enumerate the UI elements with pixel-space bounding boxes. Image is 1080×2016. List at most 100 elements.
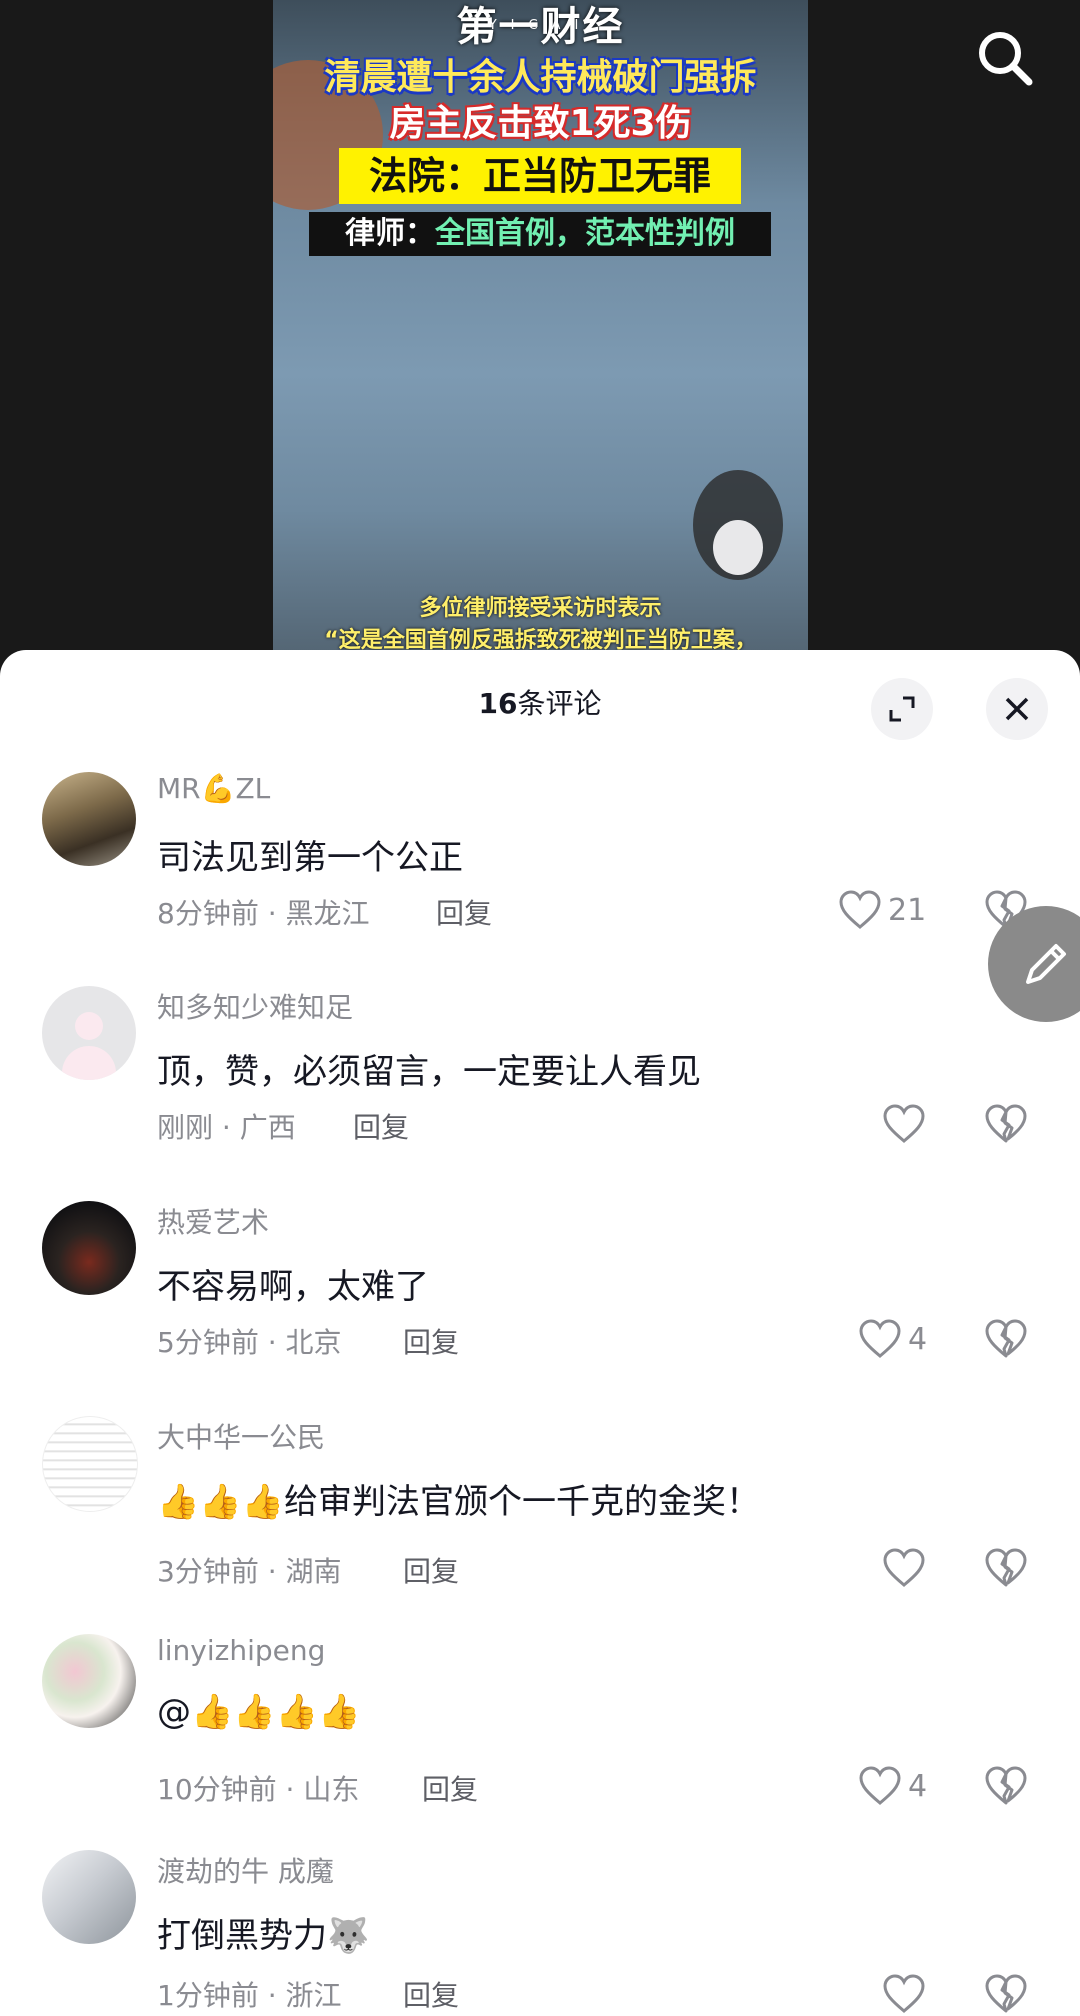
thumbs-up-icon: 👍 (275, 1692, 319, 1732)
comment-text-body: 给审判法官颁个一千克的金奖！ (284, 1482, 761, 1522)
comment-sheet: 16条评论 MR💪ZL 司法见到第一个公正 8分钟前 · 黑龙江 回复 21 知… (0, 650, 1080, 2016)
pencil-icon (1026, 944, 1066, 984)
reply-button[interactable]: 回复 (353, 1106, 409, 1146)
comment-meta: 3分钟前 · 湖南 (157, 1550, 342, 1590)
video-person-face (713, 520, 763, 575)
like-button[interactable]: 21 (838, 890, 926, 930)
comment-location: 浙江 (285, 1979, 342, 2012)
broken-heart-icon (985, 1104, 1027, 1143)
video-verdict-banner: 法院：正当防卫无罪 (339, 148, 741, 204)
video-player[interactable]: 第一财经 YICAI 清晨遭十余人持械破门强拆 房主反击致1死3伤 法院：正当防… (0, 0, 1080, 700)
like-count: 21 (888, 892, 927, 928)
comment-username[interactable]: MR💪ZL (157, 772, 270, 805)
video-subtitle-1: 多位律师接受采访时表示 (419, 596, 662, 621)
avatar[interactable] (42, 1850, 136, 1944)
channel-logo-sub: YICAI (488, 18, 593, 33)
comment-username[interactable]: 大中华一公民 (157, 1416, 325, 1456)
thumbs-up-icon: 👍 (241, 1482, 285, 1522)
avatar[interactable] (42, 772, 136, 866)
comment-count: 16 (478, 687, 518, 720)
dislike-button[interactable] (984, 1766, 1028, 1810)
heart-icon (859, 1766, 901, 1805)
expand-button[interactable] (871, 678, 933, 740)
comment-time: 8分钟前 (157, 897, 259, 930)
comment-location: 北京 (285, 1326, 342, 1359)
broken-heart-icon (985, 1974, 1027, 2013)
lawyer-prefix: 律师： (345, 216, 435, 251)
meta-separator: · (258, 1979, 286, 2012)
comment-text: 打倒黑势力🐺 (157, 1908, 369, 1957)
heart-icon (883, 1548, 925, 1587)
like-count: 4 (908, 1768, 928, 1804)
dislike-button[interactable] (984, 1104, 1028, 1148)
meta-separator: · (213, 1111, 240, 1144)
comment-time: 刚刚 (157, 1111, 214, 1144)
broken-heart-icon (985, 1766, 1027, 1805)
meta-separator: · (276, 1773, 304, 1806)
avatar[interactable] (42, 1634, 136, 1728)
heart-icon (839, 890, 881, 929)
close-icon (1005, 697, 1029, 721)
thumbs-up-icon: 👍 (318, 1692, 361, 1732)
comment-username[interactable]: linyizhipeng (157, 1634, 325, 1667)
comment-username[interactable]: 热爱艺术 (157, 1201, 269, 1241)
thumbs-up-icon: 👍 (233, 1692, 276, 1732)
lawyer-highlight: 全国首例，范本性判例 (435, 216, 735, 251)
comment-username[interactable]: 渡劫的牛 成魔 (157, 1850, 334, 1890)
reply-button[interactable]: 回复 (436, 892, 492, 932)
comment-text: 不容易啊，太难了 (157, 1267, 429, 1307)
comment-time: 10分钟前 (157, 1773, 277, 1806)
comment-meta: 5分钟前 · 北京 (157, 1321, 342, 1361)
avatar[interactable] (42, 1201, 136, 1295)
comment-username[interactable]: 知多知少难知足 (157, 986, 353, 1026)
comment-meta: 10分钟前 · 山东 (157, 1768, 359, 1808)
avatar[interactable] (42, 1416, 138, 1512)
comment-location: 广西 (239, 1111, 296, 1144)
dislike-button[interactable] (984, 1974, 1028, 2016)
comment-text-body: @ (157, 1692, 191, 1732)
comment-location: 山东 (303, 1773, 360, 1806)
close-button[interactable] (986, 678, 1048, 740)
reply-button[interactable]: 回复 (403, 1550, 459, 1590)
like-count: 4 (908, 1321, 928, 1357)
default-avatar-head (75, 1012, 103, 1040)
dislike-button[interactable] (984, 1548, 1028, 1592)
reply-button[interactable]: 回复 (422, 1768, 478, 1808)
thumbs-up-icon: 👍 (199, 1482, 242, 1522)
avatar[interactable] (42, 986, 136, 1080)
expand-icon (889, 696, 915, 722)
comment-text: @👍👍👍👍 (157, 1692, 360, 1732)
heart-icon (883, 1974, 925, 2013)
reply-button[interactable]: 回复 (403, 1974, 459, 2014)
comment-meta: 刚刚 · 广西 (157, 1106, 296, 1146)
thumbs-up-icon: 👍 (157, 1482, 200, 1522)
heart-icon (883, 1104, 925, 1143)
video-headline-2: 房主反击致1死3伤 (389, 103, 692, 144)
like-button[interactable]: 4 (858, 1319, 927, 1359)
thumbs-up-icon: 👍 (191, 1692, 234, 1732)
comment-title-suffix: 条评论 (517, 687, 602, 720)
video-headline-1: 清晨遭十余人持械破门强拆 (324, 57, 757, 98)
comment-text: 👍👍👍给审判法官颁个一千克的金奖！ (157, 1474, 760, 1523)
comment-text: 顶，赞，必须留言，一定要让人看见 (157, 1052, 701, 1092)
meta-separator: · (258, 1555, 286, 1588)
comment-location: 黑龙江 (285, 897, 370, 930)
comment-time: 5分钟前 (157, 1326, 259, 1359)
broken-heart-icon (985, 1548, 1027, 1587)
comment-meta: 8分钟前 · 黑龙江 (157, 892, 370, 932)
like-button[interactable] (882, 1104, 926, 1144)
comment-text: 司法见到第一个公正 (157, 838, 463, 878)
like-button[interactable] (882, 1974, 926, 2014)
like-button[interactable]: 4 (858, 1766, 927, 1806)
comment-location: 湖南 (285, 1555, 342, 1588)
dislike-button[interactable] (984, 1319, 1028, 1363)
search-button[interactable] (975, 28, 1045, 98)
like-button[interactable] (882, 1548, 926, 1588)
wolf-icon: 🐺 (327, 1916, 370, 1956)
reply-button[interactable]: 回复 (403, 1321, 459, 1361)
comment-text-body: 打倒黑势力 (157, 1916, 327, 1956)
video-frame[interactable]: 第一财经 YICAI 清晨遭十余人持械破门强拆 房主反击致1死3伤 法院：正当防… (273, 0, 808, 680)
search-icon (979, 32, 1033, 86)
comment-meta: 1分钟前 · 浙江 (157, 1974, 342, 2014)
meta-separator: · (258, 1326, 286, 1359)
